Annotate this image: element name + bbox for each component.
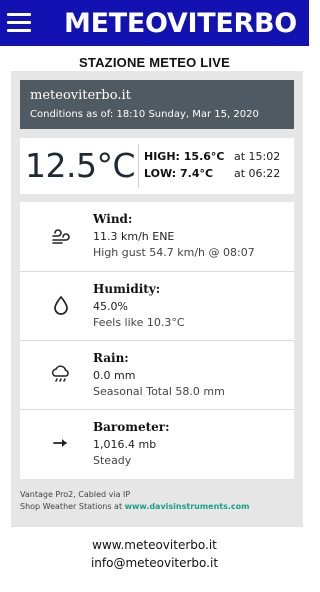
wind-title: Wind: bbox=[93, 212, 133, 226]
humidity-row: Humidity: 45.0% Feels like 10.3°C bbox=[20, 271, 294, 340]
high-temperature: HIGH: 15.6°C bbox=[144, 150, 225, 163]
humidity-value: 45.0% bbox=[93, 300, 128, 313]
feels-like: Feels like 10.3°C bbox=[93, 316, 185, 329]
rain-title: Rain: bbox=[93, 351, 129, 365]
humidity-title: Humidity: bbox=[93, 282, 161, 296]
rain-cloud-icon bbox=[51, 365, 69, 382]
low-temperature-time: at 06:22 bbox=[234, 167, 281, 180]
wind-gust: High gust 54.7 km/h @ 08:07 bbox=[93, 246, 255, 259]
shop-link[interactable]: www.davisinstruments.com bbox=[125, 502, 250, 511]
arrow-right-icon bbox=[53, 439, 67, 447]
droplet-icon bbox=[54, 295, 68, 315]
low-temperature: LOW: 7.4°C bbox=[144, 167, 214, 180]
current-temperature: 12.5°C bbox=[25, 146, 136, 185]
page-subtitle: STAZIONE METEO LIVE bbox=[79, 55, 230, 70]
rain-row: Rain: 0.0 mm Seasonal Total 58.0 mm bbox=[20, 340, 294, 409]
metrics-list: Wind: 11.3 km/h ENE High gust 54.7 km/h … bbox=[20, 202, 294, 479]
email-link[interactable]: info@meteoviterbo.it bbox=[0, 556, 309, 570]
rain-seasonal-total: Seasonal Total 58.0 mm bbox=[93, 385, 225, 398]
conditions-timestamp: Conditions as of: 18:10 Sunday, Mar 15, … bbox=[30, 109, 259, 120]
barometer-row: Barometer: 1,016.4 mb Steady bbox=[20, 409, 294, 478]
wind-row: Wind: 11.3 km/h ENE High gust 54.7 km/h … bbox=[20, 202, 294, 271]
station-name: meteoviterbo.it bbox=[30, 88, 131, 103]
divider bbox=[138, 144, 139, 188]
wind-icon bbox=[52, 229, 70, 244]
barometer-trend: Steady bbox=[93, 454, 132, 467]
barometer-value: 1,016.4 mb bbox=[93, 438, 157, 451]
barometer-title: Barometer: bbox=[93, 420, 170, 434]
rain-value: 0.0 mm bbox=[93, 369, 136, 382]
wind-speed: 11.3 km/h ENE bbox=[93, 230, 175, 243]
shop-text: Shop Weather Stations at bbox=[20, 502, 125, 511]
temperature-card: 12.5°C HIGH: 15.6°C at 15:02 LOW: 7.4°C … bbox=[20, 138, 294, 194]
website-link[interactable]: www.meteoviterbo.it bbox=[0, 538, 309, 552]
brand-title[interactable]: METEOVITERBO bbox=[64, 7, 297, 41]
weather-panel: meteoviterbo.it Conditions as of: 18:10 … bbox=[11, 71, 303, 527]
shop-info: Shop Weather Stations at www.davisinstru… bbox=[20, 502, 250, 511]
hamburger-menu-icon[interactable] bbox=[7, 13, 31, 33]
top-bar: METEOVITERBO bbox=[0, 0, 309, 46]
device-info: Vantage Pro2, Cabled via IP bbox=[20, 490, 131, 499]
high-temperature-time: at 15:02 bbox=[234, 150, 281, 163]
station-header: meteoviterbo.it Conditions as of: 18:10 … bbox=[20, 80, 294, 129]
